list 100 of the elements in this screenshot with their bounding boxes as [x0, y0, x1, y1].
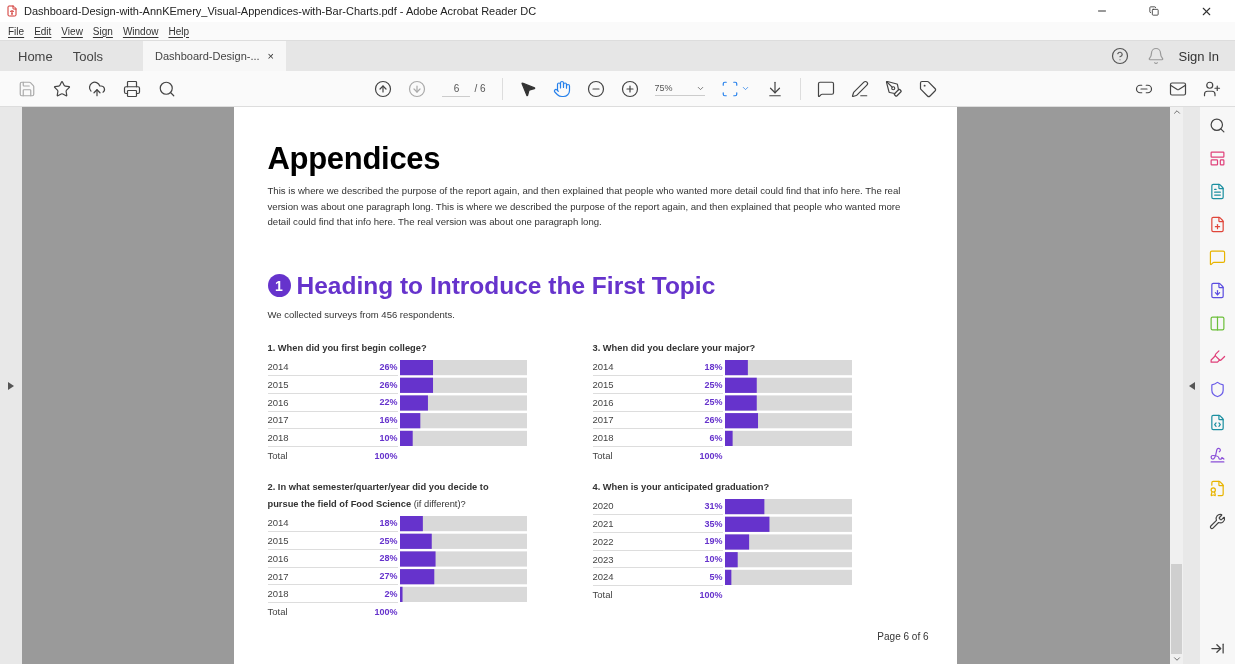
sign-icon[interactable] [884, 79, 903, 98]
category-label: 2018 [267, 432, 289, 444]
value-label: 2% [384, 588, 398, 599]
pointer-icon[interactable] [518, 79, 537, 98]
value-label: 16% [379, 414, 398, 425]
category-label: 2017 [592, 414, 614, 426]
tag-icon[interactable] [918, 79, 937, 98]
value-label: 25% [704, 379, 723, 390]
print-icon[interactable] [123, 79, 141, 98]
tab[interactable]: Tools [62, 41, 114, 71]
category-label: 2023 [592, 553, 614, 565]
zoom-in-icon[interactable] [620, 79, 639, 98]
file-code-icon[interactable] [1209, 414, 1226, 431]
cloud-upload-icon[interactable] [88, 79, 106, 98]
collapse-panel-icon[interactable] [1210, 641, 1225, 656]
category-label: 2024 [592, 571, 614, 583]
category-label: 2016 [267, 552, 289, 564]
close-icon[interactable]: × [267, 50, 275, 62]
pen-icon[interactable] [850, 79, 869, 98]
category-label: 2017 [267, 414, 289, 426]
file-icon[interactable] [1209, 183, 1226, 200]
total-value: 100% [374, 450, 398, 461]
menu-item[interactable]: File [8, 25, 25, 37]
scroll-up-icon[interactable] [1171, 107, 1182, 117]
zoom-out-icon[interactable] [586, 79, 605, 98]
total-value: 100% [699, 450, 723, 461]
total-label: Total [592, 450, 613, 462]
window-title: Dashboard-Design-with-AnnKEmery_Visual-Appendices-with-Bar-Charts.pdf - Adobe Acrobat Reader DC [24, 5, 538, 17]
category-label: 2018 [267, 588, 289, 600]
scroll-down-icon[interactable] [1171, 654, 1182, 664]
page-footer: Page 6 of 6 [877, 630, 929, 642]
menu-item[interactable]: Window [122, 25, 159, 37]
view-icon[interactable] [1209, 117, 1226, 134]
page-count: / 6 [474, 83, 486, 94]
category-label: 2018 [592, 432, 614, 444]
total-label: Total [267, 450, 288, 462]
chart-question: 3. When did you declare your major? [592, 341, 757, 355]
value-label: 27% [379, 571, 398, 582]
value-label: 28% [379, 553, 398, 564]
star-icon[interactable] [53, 79, 71, 98]
file-add-icon[interactable] [1209, 216, 1226, 233]
shield-icon[interactable] [1209, 381, 1226, 398]
category-label: 2015 [267, 379, 289, 391]
hand-icon[interactable] [552, 79, 571, 98]
category-label: 2022 [592, 535, 614, 547]
signature-icon[interactable] [1209, 447, 1226, 464]
value-label: 35% [704, 518, 723, 529]
value-label: 6% [709, 432, 723, 443]
menu-item[interactable]: View [61, 25, 83, 37]
value-label: 18% [379, 517, 398, 528]
menu-item[interactable]: Edit [34, 25, 52, 37]
search-icon[interactable] [158, 79, 176, 98]
value-label: 10% [379, 432, 398, 443]
value-label: 26% [379, 379, 398, 390]
add-user-icon[interactable] [1203, 79, 1221, 98]
previous-page-icon[interactable] [374, 79, 393, 98]
category-label: 2016 [592, 396, 614, 408]
zoom-dropdown[interactable]: 75% [654, 81, 705, 96]
value-label: 19% [704, 536, 723, 547]
mail-icon[interactable] [1169, 79, 1187, 98]
category-label: 2014 [267, 517, 289, 529]
intro-paragraph: This is where we described the purpose of the report again, and then explained that people who wanted more detail could find that info here. The real version was about one paragraph long. This is where we described the purpose of the report again, and then explained that people who wanted more detail could find that info here. The real version was about one paragraph long. [267, 184, 902, 229]
total-value: 100% [374, 606, 398, 617]
value-label: 10% [704, 554, 723, 565]
pdf-icon [6, 5, 18, 17]
collapse-icon[interactable] [1188, 381, 1195, 390]
value-label: 25% [379, 535, 398, 546]
total-label: Total [592, 589, 613, 601]
chart-question: 2. In what semester/quarter/year did you decide to pursue the field of Food Science (if different)? [267, 480, 490, 511]
chart-question: 1. When did you first begin college? [267, 341, 428, 355]
menu-item[interactable]: Help [168, 25, 190, 37]
section-subtitle: We collected surveys from 456 respondents. [267, 308, 456, 320]
category-label: 2014 [592, 361, 614, 373]
value-label: 25% [704, 397, 723, 408]
wrench-icon[interactable] [1209, 513, 1226, 530]
section-number: 1 [267, 274, 291, 297]
scrollbar-thumb[interactable] [1171, 564, 1182, 654]
category-label: 2016 [267, 396, 289, 408]
document-title: Appendices [267, 141, 442, 177]
tab[interactable]: Home [8, 41, 63, 71]
total-value: 100% [699, 589, 723, 600]
fit-page-icon[interactable] [720, 79, 739, 98]
comment-icon[interactable] [816, 79, 835, 98]
menu-item[interactable]: Sign [92, 25, 113, 37]
category-label: 2017 [267, 570, 289, 582]
value-label: 22% [379, 397, 398, 408]
value-label: 18% [704, 361, 723, 372]
value-label: 31% [704, 500, 723, 511]
tab[interactable]: Dashboard-Design-... × [143, 41, 287, 71]
layout-icon[interactable] [1209, 150, 1226, 167]
highlighter-icon[interactable] [1209, 348, 1226, 365]
file-export-icon[interactable] [1209, 282, 1226, 299]
total-label: Total [267, 606, 288, 618]
page-number-field[interactable]: 6 [442, 80, 471, 97]
value-label: 26% [379, 361, 398, 372]
sign-in-button[interactable]: Sign In [1164, 41, 1235, 71]
help-icon[interactable] [1110, 47, 1129, 65]
expand-icon[interactable] [8, 381, 14, 390]
chart-question: 4. When is your anticipated graduation? [592, 480, 771, 494]
restore-icon[interactable] [1149, 6, 1159, 16]
